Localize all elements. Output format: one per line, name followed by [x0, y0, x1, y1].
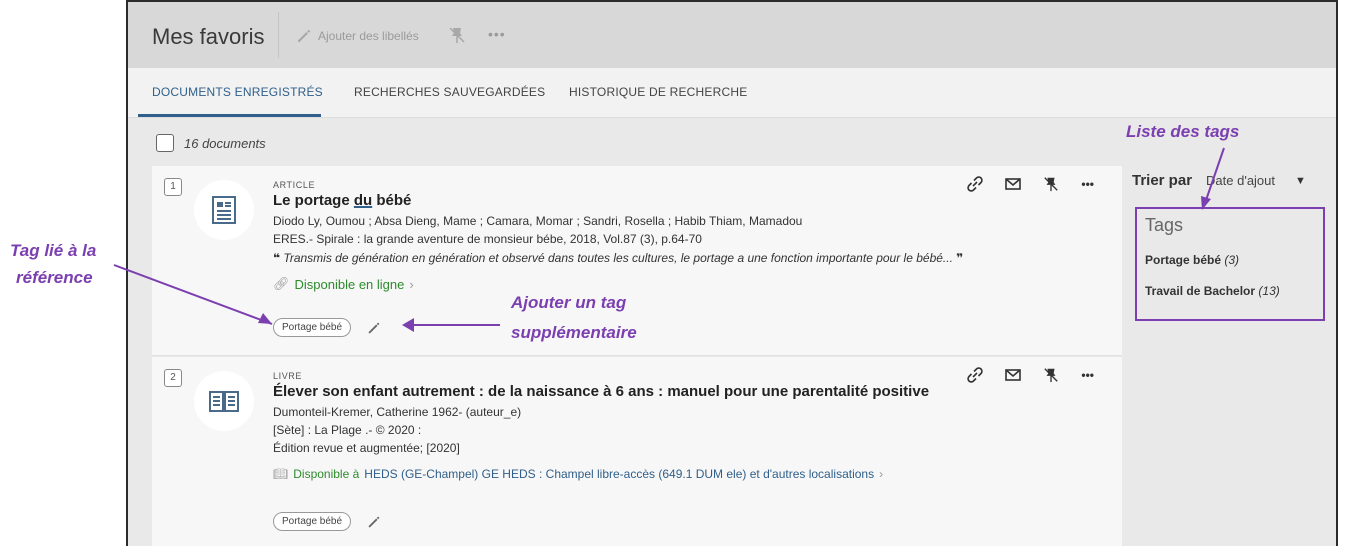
unpin-button[interactable]: [1043, 367, 1059, 383]
snippet: ❝ Transmis de génération en génération e…: [273, 251, 1102, 265]
snippet-text: Transmis de génération en génération et …: [283, 251, 953, 265]
annotation-add-tag-line1: Ajouter un tag: [511, 293, 627, 312]
permalink-button[interactable]: [967, 367, 984, 383]
item-actions: •••: [967, 367, 1094, 383]
authors: Diodo Ly, Oumou ; Absa Dieng, Mame ; Cam…: [273, 214, 803, 228]
add-labels-label: Ajouter des libellés: [318, 29, 419, 43]
favorites-panel: Mes favoris Ajouter des libellés ••• DOC…: [126, 0, 1338, 546]
email-icon: [1005, 178, 1022, 190]
tag-name: Travail de Bachelor: [1145, 284, 1256, 298]
document-count: 16 documents: [184, 135, 266, 151]
result-title[interactable]: Élever son enfant autrement : de la nais…: [273, 383, 1102, 400]
tag-filter-item[interactable]: Portage bébé (3): [1145, 253, 1239, 267]
tag-filter-item[interactable]: Travail de Bachelor (13): [1145, 284, 1280, 298]
email-button[interactable]: [1005, 177, 1022, 191]
result-item[interactable]: 2 LIVRE Élever son enfant autrement : de…: [152, 357, 1122, 546]
unpin-all-button[interactable]: [448, 26, 466, 44]
title-part: bébé: [372, 192, 412, 209]
link-icon: 🔗︎: [273, 276, 290, 291]
header: Mes favoris Ajouter des libellés •••: [128, 2, 1336, 68]
more-actions-button[interactable]: •••: [1081, 368, 1094, 382]
annotation-tag-list: Liste des tags: [1126, 122, 1239, 142]
item-actions: •••: [967, 176, 1094, 192]
link-icon: [967, 176, 984, 192]
title-part: Le portage: [273, 192, 354, 209]
active-tab-indicator: [138, 114, 321, 117]
sort-control[interactable]: Trier par Date d'ajout ▼: [1132, 172, 1306, 189]
page-title: Mes favoris: [152, 24, 265, 49]
tag-row: Portage bébé: [273, 512, 381, 531]
item-number: 1: [164, 178, 182, 196]
tag-pill[interactable]: Portage bébé: [273, 318, 352, 337]
email-button[interactable]: [1005, 368, 1022, 382]
pencil-icon[interactable]: [367, 515, 381, 529]
result-title[interactable]: Le portage du bébé: [273, 192, 1102, 209]
pencil-icon: [298, 29, 311, 42]
header-more-button[interactable]: •••: [488, 26, 506, 42]
quote-open-icon: ❝: [273, 251, 281, 265]
book-icon: 📖︎: [273, 467, 289, 481]
result-item[interactable]: 1 ARTICLE Le portage du bébé Diodo Ly, O…: [152, 166, 1122, 356]
more-icon: •••: [1081, 368, 1094, 382]
document-icon: [194, 180, 254, 240]
tab-saved-documents[interactable]: DOCUMENTS ENREGISTRÉS: [152, 85, 323, 99]
result-content: LIVRE Élever son enfant autrement : de l…: [273, 371, 1102, 481]
author: Dumonteil-Kremer, Catherine 1962- (auteu…: [273, 405, 522, 419]
tag-name: Portage bébé: [1145, 253, 1222, 267]
unpin-button[interactable]: [1043, 176, 1059, 192]
permalink-button[interactable]: [967, 176, 984, 192]
link-icon: [967, 367, 984, 383]
pencil-icon[interactable]: [367, 321, 381, 335]
chevron-right-icon: ›: [409, 276, 414, 292]
select-all-row: 16 documents: [156, 134, 266, 152]
availability-prefix: Disponible à: [293, 467, 360, 481]
tab-bar: DOCUMENTS ENREGISTRÉS RECHERCHES SAUVEGA…: [128, 68, 1336, 118]
more-actions-button[interactable]: •••: [1081, 177, 1094, 191]
publisher: [Sète] : La Plage .- © 2020 :: [273, 423, 422, 437]
book-icon: [194, 371, 254, 431]
sort-label: Trier par: [1132, 172, 1193, 189]
unpin-icon: [449, 27, 465, 43]
availability-link[interactable]: 📖︎ Disponible à HEDS (GE-Champel) GE HED…: [273, 467, 1102, 481]
chevron-right-icon: ›: [879, 467, 884, 481]
annotation-tag-linked-line1: Tag lié à la: [10, 241, 97, 260]
unpin-icon: [1044, 368, 1059, 383]
tag-row: Portage bébé: [273, 318, 381, 337]
unpin-icon: [1044, 177, 1059, 192]
tab-saved-searches[interactable]: RECHERCHES SAUVEGARDÉES: [354, 85, 545, 99]
availability-link[interactable]: 🔗︎ Disponible en ligne ›: [273, 276, 1102, 292]
more-icon: •••: [1081, 177, 1094, 191]
item-number: 2: [164, 369, 182, 387]
tags-heading: Tags: [1145, 215, 1184, 235]
email-icon: [1005, 369, 1022, 381]
annotation-tag-linked: Tag lié à la référence: [10, 237, 96, 291]
select-all-checkbox[interactable]: [156, 134, 174, 152]
tag-pill[interactable]: Portage bébé: [273, 512, 352, 531]
annotation-add-tag-line2: supplémentaire: [511, 323, 637, 342]
add-labels-button[interactable]: Ajouter des libellés: [296, 28, 419, 44]
header-divider: [278, 12, 279, 58]
availability-label: Disponible en ligne: [294, 276, 405, 292]
result-content: ARTICLE Le portage du bébé Diodo Ly, Oum…: [273, 180, 1102, 292]
title-part-highlight: du: [353, 192, 373, 209]
annotation-tag-list-text: Liste des tags: [1126, 122, 1240, 141]
tags-panel: Tags Portage bébé (3) Travail de Bachelo…: [1135, 207, 1325, 321]
sort-value: Date d'ajout: [1206, 173, 1276, 188]
dropdown-arrow-icon: ▼: [1295, 174, 1306, 187]
annotation-tag-linked-line2: référence: [16, 268, 93, 287]
more-icon: •••: [488, 26, 506, 42]
tag-count: (3): [1224, 253, 1240, 267]
tab-search-history[interactable]: HISTORIQUE DE RECHERCHE: [569, 85, 747, 99]
quote-close-icon: ❞: [956, 251, 964, 265]
source: ERES.- Spirale : la grande aventure de m…: [273, 232, 702, 246]
tag-count: (13): [1258, 284, 1280, 298]
edition: Édition revue et augmentée; [2020]: [273, 441, 460, 455]
annotation-add-tag: Ajouter un tag supplémentaire: [511, 288, 637, 348]
availability-location: HEDS (GE-Champel) GE HEDS : Champel libr…: [364, 467, 875, 481]
